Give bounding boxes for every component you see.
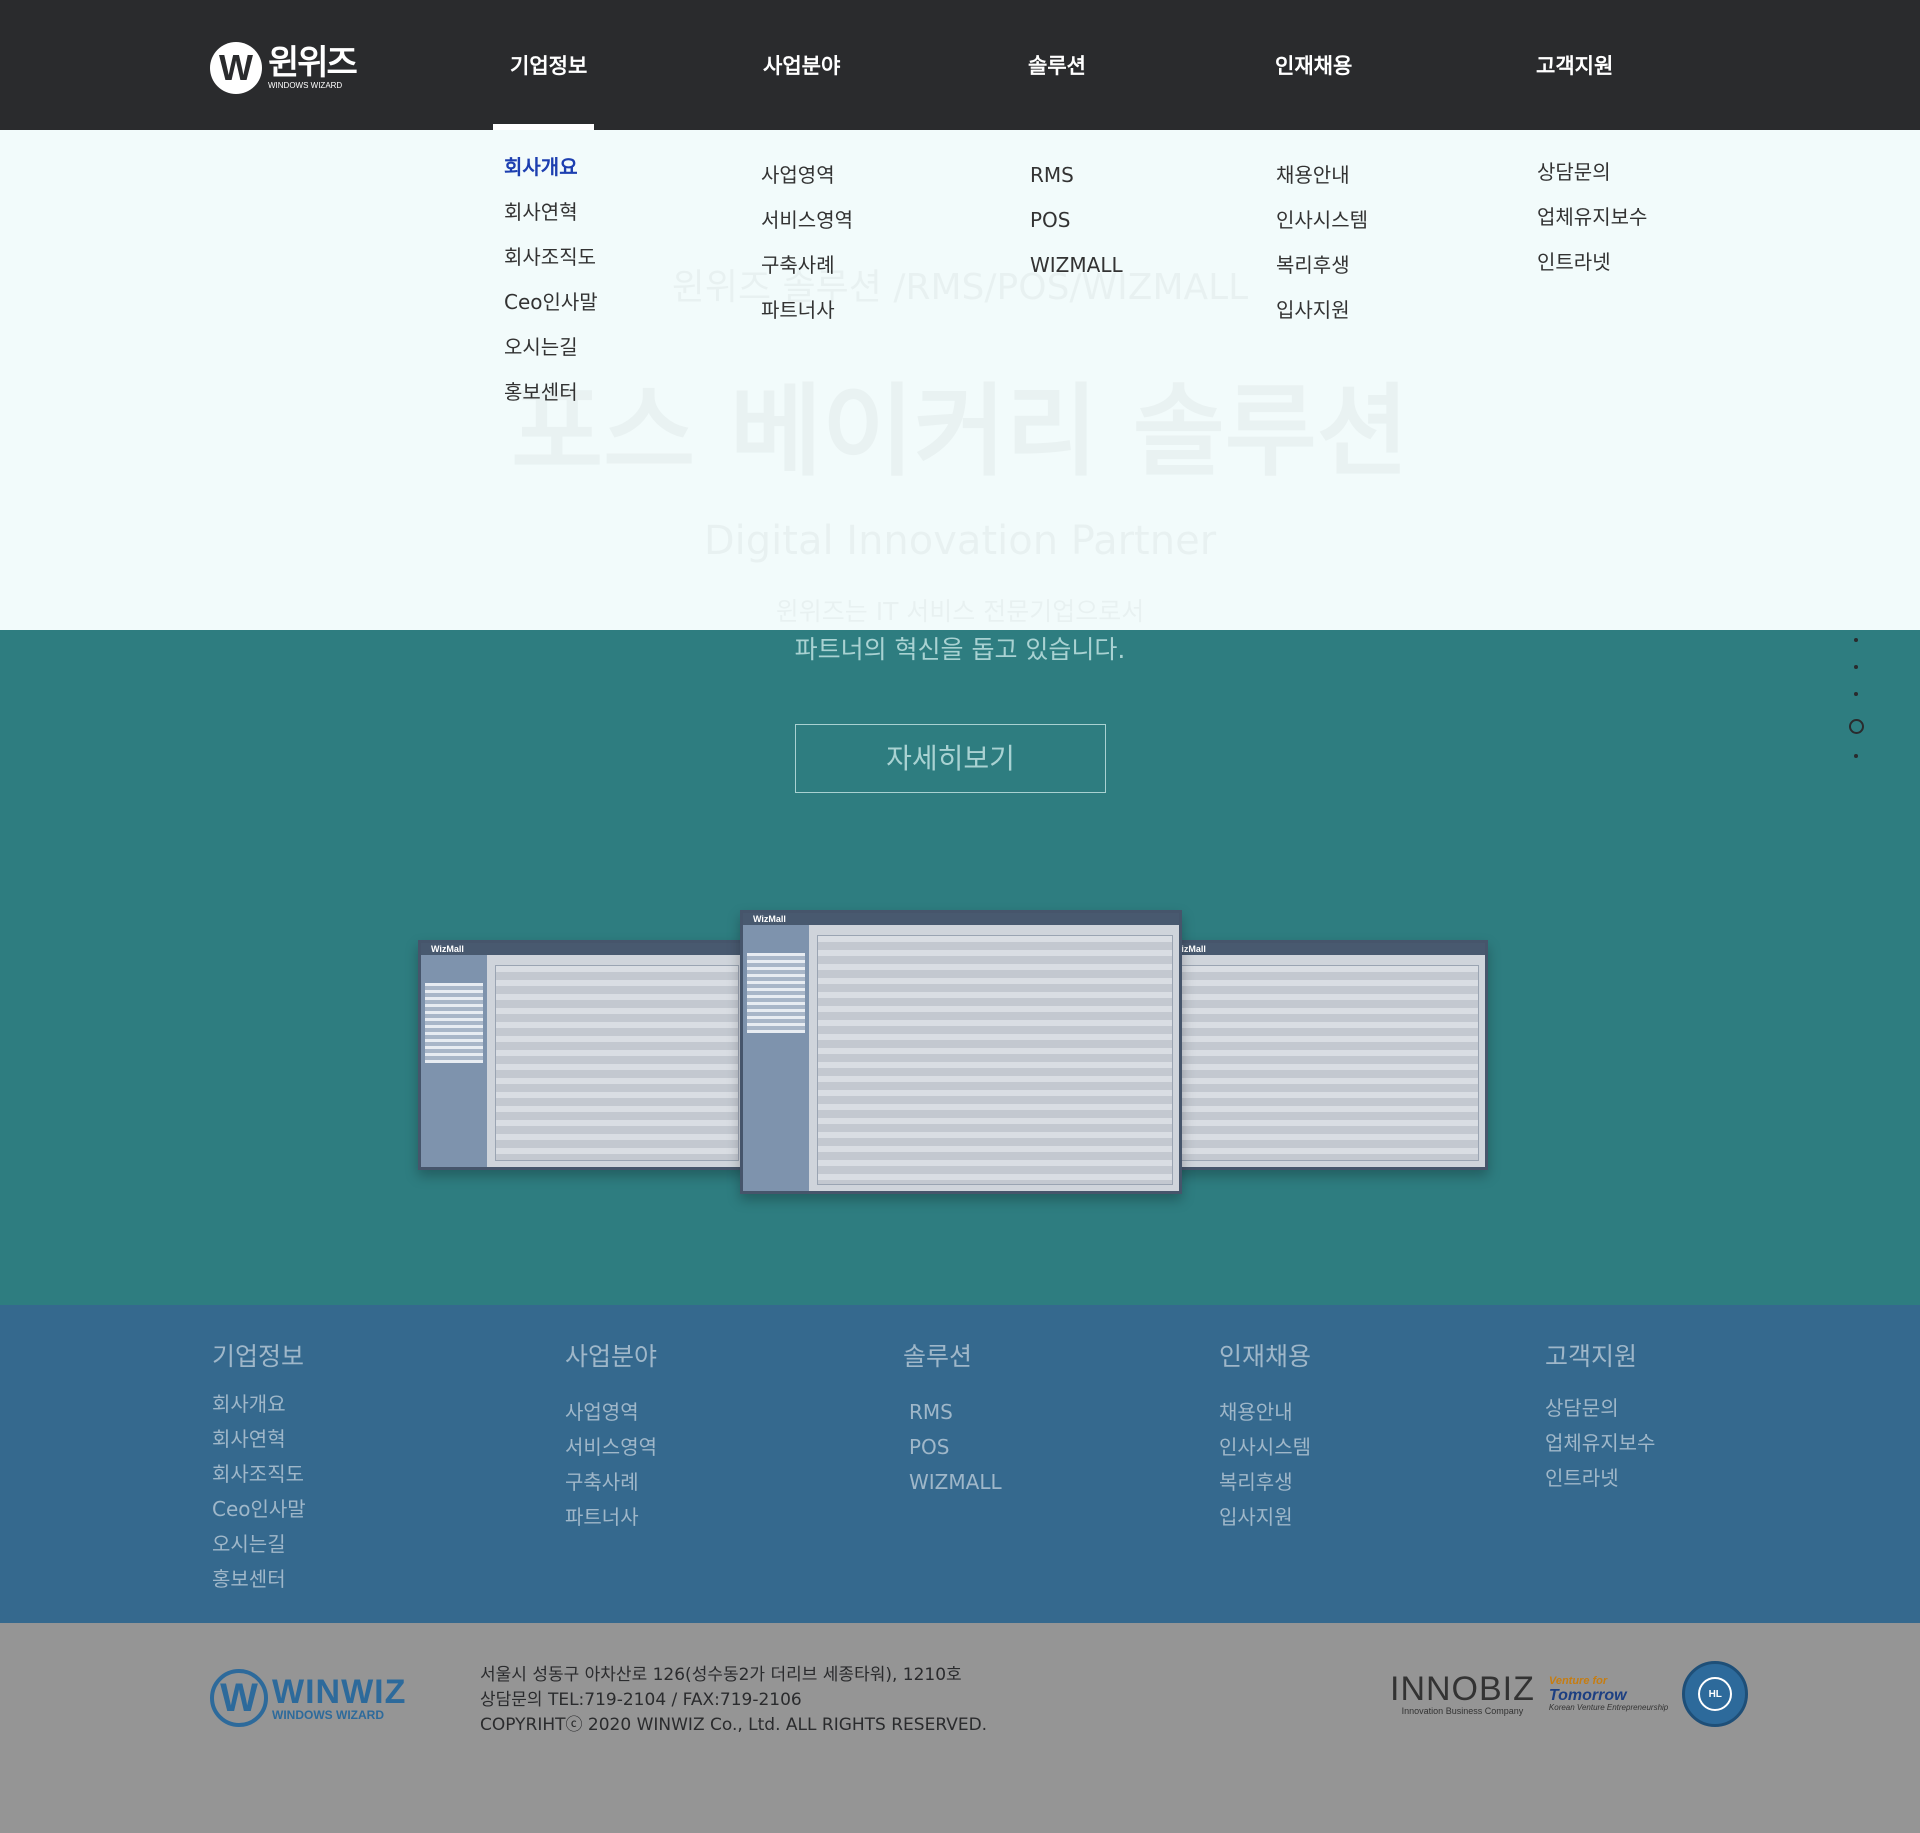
pager-dot[interactable] bbox=[1854, 692, 1858, 696]
nav-company[interactable]: 기업정보 bbox=[510, 50, 587, 80]
sitemap-title[interactable]: 사업분야 bbox=[565, 1337, 657, 1373]
pager-dot[interactable] bbox=[1854, 638, 1858, 642]
sitemap-item[interactable]: 인사시스템 bbox=[1219, 1430, 1311, 1465]
menu-item-consult[interactable]: 상담문의 bbox=[1537, 150, 1647, 195]
sitemap-title[interactable]: 솔루션 bbox=[903, 1337, 1002, 1373]
pager-dot-active[interactable] bbox=[1848, 719, 1864, 734]
nav-solution[interactable]: 솔루션 bbox=[1028, 50, 1086, 80]
sitemap-item[interactable]: 입사지원 bbox=[1219, 1500, 1311, 1535]
sitemap-item[interactable]: 사업영역 bbox=[565, 1395, 657, 1430]
screenshot-title: WizMall bbox=[421, 943, 745, 955]
more-button[interactable]: 자세히보기 bbox=[795, 724, 1106, 793]
sitemap-col-business: 사업분야 사업영역 서비스영역 구축사례 파트너사 bbox=[565, 1337, 657, 1535]
contact-text: 상담문의 TEL:719-2104 / FAX:719-2106 bbox=[480, 1690, 802, 1710]
screenshot-left: WizMall bbox=[418, 940, 748, 1170]
site-header: W 윈위즈 WINDOWS WIZARD 기업정보 사업분야 솔루션 인재채용 … bbox=[0, 0, 1920, 130]
sitemap-item[interactable]: 홍보센터 bbox=[212, 1562, 306, 1597]
pager-dot[interactable] bbox=[1854, 754, 1858, 758]
menu-item-service-area[interactable]: 서비스영역 bbox=[761, 198, 853, 243]
nav-active-indicator bbox=[493, 124, 594, 130]
screenshot-title: WizMall bbox=[743, 913, 1179, 925]
hero-title: 포스 베이커리 솔루션 bbox=[0, 350, 1920, 495]
menu-item-maintenance[interactable]: 업체유지보수 bbox=[1537, 195, 1647, 240]
sitemap-item[interactable]: 복리후생 bbox=[1219, 1465, 1311, 1500]
footer-logo[interactable]: W WINWIZ WINDOWS WIZARD bbox=[210, 1669, 406, 1727]
menu-item-overview[interactable]: 회사개요 bbox=[504, 145, 598, 190]
footer-logo-name: WINWIZ bbox=[272, 1673, 407, 1711]
menu-item-recruit-info[interactable]: 채용안내 bbox=[1276, 153, 1368, 198]
sitemap-item[interactable]: 회사조직도 bbox=[212, 1457, 306, 1492]
sitemap-item[interactable]: WIZMALL bbox=[903, 1465, 1002, 1500]
screenshot-title: WizMall bbox=[1163, 943, 1485, 955]
address-text: 서울시 성동구 아차산로 126(성수동2가 더리브 세종타워), 1210호 bbox=[480, 1665, 962, 1685]
sitemap-item[interactable]: Ceo인사말 bbox=[212, 1492, 306, 1527]
sitemap-item[interactable]: 파트너사 bbox=[565, 1500, 657, 1535]
sitemap-item[interactable]: 회사개요 bbox=[212, 1387, 306, 1422]
hero-desc-line1: 윈위즈는 IT 서비스 전문기업으로서 bbox=[0, 592, 1920, 628]
header-logo[interactable]: W 윈위즈 WINDOWS WIZARD bbox=[210, 42, 358, 94]
sitemap-col-support: 고객지원 상담문의 업체유지보수 인트라넷 bbox=[1545, 1337, 1655, 1496]
logo-name: 윈위즈 bbox=[268, 43, 358, 83]
footer-sitemap: 기업정보 회사개요 회사연혁 회사조직도 Ceo인사말 오시는길 홍보센터 사업… bbox=[0, 1305, 1920, 1623]
sitemap-col-solution: 솔루션 RMS POS WIZMALL bbox=[903, 1337, 1002, 1500]
pager-dot[interactable] bbox=[1854, 665, 1858, 669]
hero-subtitle: 윈위즈 솔루션 /RMS/POS/WIZMALL bbox=[0, 258, 1920, 310]
nav-business[interactable]: 사업분야 bbox=[763, 50, 840, 80]
sitemap-item[interactable]: RMS bbox=[903, 1395, 1002, 1430]
venture-logo: Venture for Tomorrow Korean Venture Entr… bbox=[1548, 1674, 1669, 1713]
nav-support[interactable]: 고객지원 bbox=[1536, 50, 1613, 80]
hero-tagline: Digital Innovation Partner bbox=[0, 518, 1920, 564]
menu-item-rms[interactable]: RMS bbox=[1030, 153, 1123, 198]
slide-pager bbox=[1848, 638, 1864, 781]
sitemap-title[interactable]: 인재채용 bbox=[1219, 1337, 1311, 1373]
sitemap-title[interactable]: 고객지원 bbox=[1545, 1337, 1655, 1373]
nav-recruit[interactable]: 인재채용 bbox=[1275, 50, 1352, 80]
footer-logo-w-icon: W bbox=[210, 1669, 268, 1727]
seal-badge-icon: HL bbox=[1682, 1661, 1749, 1727]
sitemap-item[interactable]: 회사연혁 bbox=[212, 1422, 306, 1457]
certification-logos: INNOBIZ Innovation Business Company Vent… bbox=[1390, 1661, 1749, 1727]
sitemap-item[interactable]: 오시는길 bbox=[212, 1527, 306, 1562]
hero-desc-line2: 파트너의 혁신을 돕고 있습니다. bbox=[794, 635, 1126, 664]
copyright-text: COPYRIHTⓒ 2020 WINWIZ Co., Ltd. ALL RIGH… bbox=[480, 1715, 988, 1735]
menu-item-pos[interactable]: POS bbox=[1030, 198, 1123, 243]
sitemap-item[interactable]: 구축사례 bbox=[565, 1465, 657, 1500]
footer-info: W WINWIZ WINDOWS WIZARD 서울시 성동구 아차산로 126… bbox=[0, 1623, 1920, 1833]
menu-item-business-area[interactable]: 사업영역 bbox=[761, 153, 853, 198]
sitemap-item[interactable]: POS bbox=[903, 1430, 1002, 1465]
sitemap-title[interactable]: 기업정보 bbox=[212, 1337, 306, 1373]
screenshot-right: WizMall bbox=[1160, 940, 1488, 1170]
logo-w-icon: W bbox=[210, 42, 262, 94]
sitemap-col-company: 기업정보 회사개요 회사연혁 회사조직도 Ceo인사말 오시는길 홍보센터 bbox=[212, 1337, 306, 1597]
company-address-block: 서울시 성동구 아차산로 126(성수동2가 더리브 세종타워), 1210호 … bbox=[480, 1663, 987, 1738]
menu-item-hr-system[interactable]: 인사시스템 bbox=[1276, 198, 1368, 243]
sitemap-item[interactable]: 업체유지보수 bbox=[1545, 1426, 1655, 1461]
sitemap-item[interactable]: 채용안내 bbox=[1219, 1395, 1311, 1430]
sitemap-item[interactable]: 상담문의 bbox=[1545, 1391, 1655, 1426]
sitemap-item[interactable]: 서비스영역 bbox=[565, 1430, 657, 1465]
menu-item-history[interactable]: 회사연혁 bbox=[504, 190, 598, 235]
innobiz-logo: INNOBIZ Innovation Business Company bbox=[1390, 1670, 1535, 1716]
logo-sub: WINDOWS WIZARD bbox=[268, 81, 343, 90]
screenshot-center: WizMall bbox=[740, 910, 1182, 1194]
sitemap-col-recruit: 인재채용 채용안내 인사시스템 복리후생 입사지원 bbox=[1219, 1337, 1311, 1535]
sitemap-item[interactable]: 인트라넷 bbox=[1545, 1461, 1655, 1496]
footer-logo-sub: WINDOWS WIZARD bbox=[272, 1708, 384, 1722]
